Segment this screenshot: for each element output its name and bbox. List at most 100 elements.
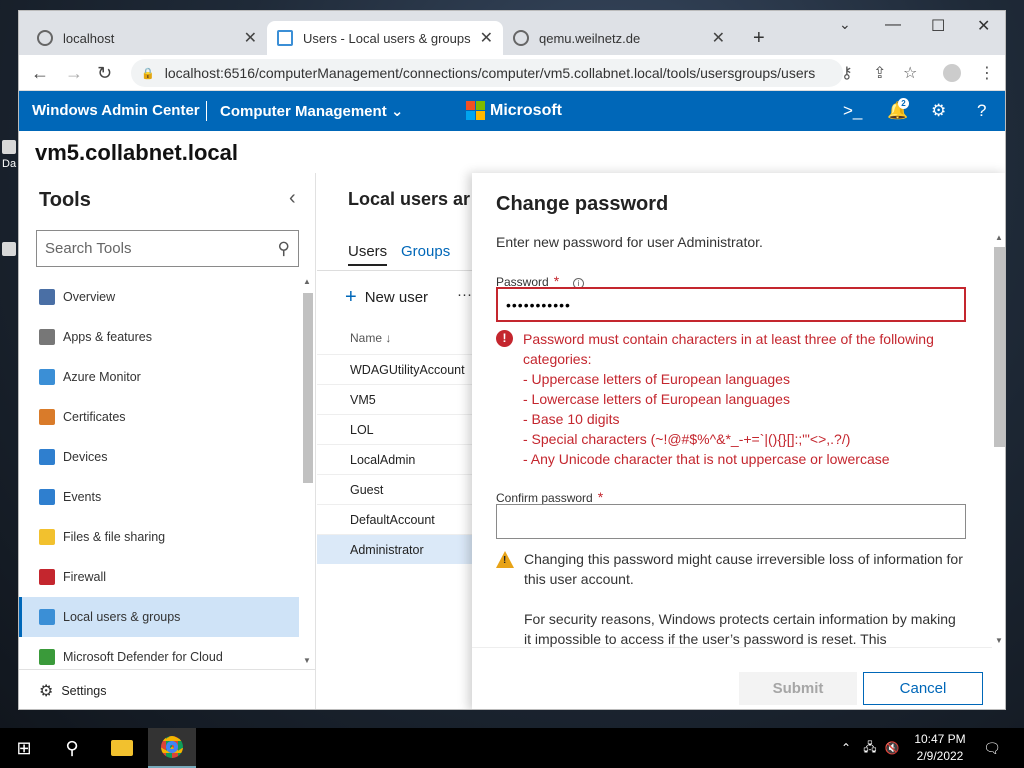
browser-window: localhost ✕ Users - Local users & groups… [18,10,1006,710]
user-row[interactable]: Administrator [317,534,477,564]
tray-chevron-icon[interactable]: ⌃ [836,728,856,768]
bookmark-star-icon[interactable]: ☆ [903,63,917,83]
network-icon[interactable]: 🖧 [860,728,880,768]
wac-header: Windows Admin Center Computer Management… [19,91,1005,131]
devices-icon [39,449,55,465]
tools-title: Tools [39,189,91,211]
tool-item[interactable]: Devices [19,437,299,477]
share-icon[interactable]: ⇪ [873,63,886,83]
tool-item[interactable]: Azure Monitor [19,357,299,397]
scroll-up-icon[interactable]: ▲ [995,233,1003,242]
tool-item[interactable]: Local users & groups [19,597,299,637]
required-marker: * [597,489,604,505]
list-icon [39,329,55,345]
globe-icon [513,30,529,46]
warning-paragraph: Changing this password might cause irrev… [524,551,963,587]
help-icon[interactable]: ? [977,101,986,121]
user-row[interactable]: LOL [317,414,477,444]
tool-item[interactable]: Events [19,477,299,517]
user-name: LOL [350,422,374,437]
tab-qemu[interactable]: qemu.weilnetz.de ✕ [503,21,735,55]
more-actions-icon[interactable]: ··· [457,286,472,303]
browser-menu-icon[interactable]: ⋮ [979,63,995,83]
name-column-header[interactable]: Name ↓ [350,331,391,345]
tool-item-label: Microsoft Defender for Cloud [63,650,223,664]
close-window-icon[interactable]: ✕ [977,16,990,36]
confirm-password-field[interactable] [496,504,966,539]
chrome-icon[interactable] [148,728,196,768]
new-user-button[interactable]: + New user [345,286,428,309]
maximize-icon[interactable]: ☐ [931,16,945,36]
tab-search-icon[interactable]: ⌄ [839,16,851,33]
close-tab-icon[interactable]: ✕ [244,28,257,48]
scroll-thumb[interactable] [994,247,1005,447]
tool-item[interactable]: Certificates [19,397,299,437]
user-row[interactable]: VM5 [317,384,477,414]
tab-title: Users - Local users & groups - C [303,30,472,46]
user-name: DefaultAccount [350,512,435,527]
windows-start-icon[interactable]: ⊞ [0,728,48,768]
user-row[interactable]: Guest [317,474,477,504]
dialog-description: Enter new password for user Administrato… [496,234,763,250]
tool-item[interactable]: Overview [19,277,299,317]
collapse-chevron-icon[interactable]: ‹ [289,187,296,210]
url-bar[interactable]: 🔒 localhost:6516/computerManagement/conn… [131,59,843,87]
microsoft-logo: Microsoft [466,101,562,120]
events-icon [39,489,55,505]
desktop-icon[interactable] [2,242,16,256]
dialog-scrollbar[interactable]: ▲ ▼ [992,233,1005,645]
tool-item[interactable]: Firewall [19,557,299,597]
gear-icon[interactable]: ⚙ [931,101,946,121]
app-title[interactable]: Windows Admin Center [32,102,200,119]
volume-muted-icon[interactable]: 🔇 [882,728,902,768]
desktop-icon[interactable] [2,140,16,154]
search-input[interactable] [45,240,278,257]
tool-item[interactable]: Apps & features [19,317,299,357]
search-icon[interactable]: ⚲ [48,728,96,768]
user-row[interactable]: WDAGUtilityAccount [317,354,477,384]
warning-paragraph: For security reasons, Windows protects c… [524,611,956,647]
close-tab-icon[interactable]: ✕ [712,28,725,48]
scroll-down-icon[interactable]: ▼ [303,656,311,665]
password-field[interactable] [496,287,966,322]
file-explorer-icon[interactable] [98,728,146,768]
settings-item[interactable]: ⚙ Settings [19,669,316,709]
new-tab-button[interactable]: + [743,21,777,55]
powershell-icon[interactable]: >_ [843,101,862,121]
minimize-icon[interactable]: — [885,16,901,34]
tab-title: qemu.weilnetz.de [539,30,641,46]
tab-users[interactable]: Users - Local users & groups - C ✕ [267,21,503,55]
url-text[interactable]: localhost:6516/computerManagement/connec… [165,65,816,81]
context-label: Computer Management [220,103,387,120]
cancel-button[interactable]: Cancel [863,672,983,705]
search-icon[interactable]: ⚲ [278,239,290,259]
tool-item[interactable]: Microsoft Defender for Cloud [19,637,299,665]
forward-icon[interactable]: → [65,63,83,84]
scroll-thumb[interactable] [303,293,313,483]
reload-icon[interactable]: ↻ [97,63,112,84]
globe-icon [37,30,53,46]
submit-button[interactable]: Submit [739,672,857,705]
scroll-down-icon[interactable]: ▼ [995,636,1003,645]
error-line: Password must contain characters in at l… [523,331,934,367]
back-icon[interactable]: ← [31,63,49,84]
tab-localhost[interactable]: localhost ✕ [27,21,267,55]
tools-scrollbar[interactable]: ▲ ▼ [299,277,316,665]
notification-center-icon[interactable]: 🗨 [982,728,1002,768]
tool-item-label: Files & file sharing [63,530,166,544]
system-clock[interactable]: 10:47 PM 2/9/2022 [900,731,980,765]
tool-item-label: Events [63,490,102,504]
tab-users[interactable]: Users [348,243,388,266]
user-row[interactable]: LocalAdmin [317,444,477,474]
profile-avatar-icon[interactable] [943,64,961,82]
close-tab-icon[interactable]: ✕ [480,28,493,48]
page-icon [277,30,293,46]
key-icon[interactable]: ⚷ [841,63,853,83]
context-switcher[interactable]: Computer Management ⌄ [220,102,403,120]
brand-text: Microsoft [490,101,562,119]
lock-icon[interactable]: 🔒 [141,67,155,80]
scroll-up-icon[interactable]: ▲ [303,277,311,286]
tab-groups[interactable]: Groups [401,243,450,260]
tool-item[interactable]: Files & file sharing [19,517,299,557]
user-row[interactable]: DefaultAccount [317,504,477,534]
